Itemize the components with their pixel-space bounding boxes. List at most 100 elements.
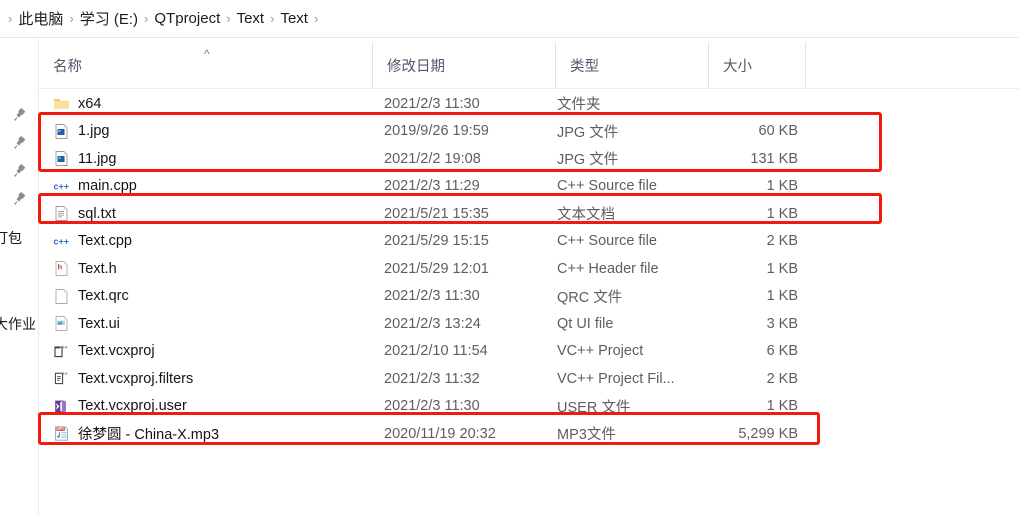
file-size-cell: 1 KB (766, 178, 798, 195)
file-type-cell: JPG 文件 (557, 124, 619, 141)
file-name-cell[interactable]: h Text.h (53, 260, 117, 277)
mp3-file-icon: MP3 (53, 425, 70, 442)
file-name-label: main.cpp (78, 178, 137, 195)
file-name-cell[interactable]: ++ Text.vcxproj.filters (53, 370, 193, 387)
file-date-cell: 2021/5/29 12:01 (384, 260, 489, 277)
column-header-name[interactable]: 名称 ^ (39, 42, 372, 88)
breadcrumb-separator-5: › (313, 11, 319, 26)
file-date-cell: 2021/2/3 13:24 (384, 315, 481, 332)
file-list[interactable]: x64 2021/2/3 11:30 文件夹 1.jpg 2019/9/26 19:5… (39, 90, 1019, 448)
rail-label-1[interactable]: 打包 (0, 228, 38, 248)
svg-text:c++: c++ (54, 181, 70, 191)
breadcrumb-separator-1: › (69, 11, 74, 26)
cpp-source-icon: c++ (53, 233, 70, 250)
vcxproj-user-icon (53, 398, 70, 415)
file-size-cell: 2 KB (766, 370, 798, 387)
file-type-cell: Qt UI file (557, 315, 614, 332)
column-header-date-label: 修改日期 (387, 58, 445, 75)
file-name-cell[interactable]: c++ main.cpp (53, 178, 137, 195)
breadcrumb-separator-3: › (226, 11, 231, 26)
file-name-label: Text.ui (78, 315, 120, 332)
file-type-cell: VC++ Project (557, 343, 644, 360)
file-name-cell[interactable]: 11.jpg (53, 150, 116, 167)
table-row[interactable]: c++ main.cpp 2021/2/3 11:29 C++ Source file… (39, 173, 1019, 201)
file-size-cell: 2 KB (766, 233, 798, 250)
file-date-cell: 2021/2/3 11:30 (384, 288, 480, 305)
file-name-cell[interactable]: MP3 徐梦圆 - China-X.mp3 (53, 423, 219, 444)
file-date-cell: 2021/2/3 11:30 (384, 95, 480, 112)
breadcrumb-item-2[interactable]: 学习 (E:) (80, 8, 138, 29)
file-name-cell[interactable]: ++ Text.vcxproj (53, 343, 155, 360)
table-row[interactable]: 11.jpg 2021/2/2 19:08 JPG 文件 131 KB (39, 145, 1019, 173)
pin-icon[interactable] (10, 134, 28, 152)
file-type-cell: USER 文件 (557, 399, 631, 416)
file-size-cell: 1 KB (766, 205, 798, 222)
breadcrumb-item-label: Text (280, 10, 308, 27)
pin-icon[interactable] (10, 106, 28, 124)
table-row[interactable]: ++ Text.vcxproj.filters 2021/2/3 11:32 VC++… (39, 365, 1019, 393)
pin-icon[interactable] (10, 162, 28, 180)
svg-text:h: h (58, 263, 63, 272)
breadcrumb[interactable]: › 此电脑 › 学习 (E:) › QTproject › Text › Text › (0, 0, 1019, 38)
vcxproj-icon: ++ (53, 343, 70, 360)
breadcrumb-item-3[interactable]: QTproject (154, 10, 220, 27)
file-type-cell: JPG 文件 (557, 152, 619, 169)
file-name-label: x64 (78, 95, 102, 112)
table-row[interactable]: sql.txt 2021/5/21 15:35 文本文档 1 KB (39, 200, 1019, 228)
file-name-cell[interactable]: c++ Text.cpp (53, 233, 133, 250)
column-header-date-modified[interactable]: 修改日期 (372, 42, 555, 88)
file-name-label: Text.h (78, 260, 117, 277)
file-name-cell[interactable]: ui Text.ui (53, 315, 120, 332)
file-size-cell: 6 KB (766, 343, 798, 360)
file-type-cell: QRC 文件 (557, 289, 623, 306)
breadcrumb-item-label: QTproject (154, 10, 221, 27)
column-header-type[interactable]: 类型 (555, 42, 708, 88)
svg-text:MP3: MP3 (57, 427, 64, 431)
column-header-name-label: 名称 (53, 58, 82, 75)
file-name-cell[interactable]: 1.jpg (53, 123, 109, 140)
file-name-label: 11.jpg (78, 150, 117, 167)
table-row[interactable]: ui Text.ui 2021/2/3 13:24 Qt UI file 3 KB (39, 310, 1019, 338)
table-row[interactable]: Text.vcxproj.user 2021/2/3 11:30 USER 文件 1 … (39, 393, 1019, 421)
blank-file-icon (53, 288, 70, 305)
folder-icon (53, 95, 70, 112)
file-size-cell: 3 KB (766, 315, 798, 332)
breadcrumb-item-5[interactable]: Text (280, 10, 308, 27)
file-name-cell[interactable]: Text.vcxproj.user (53, 398, 187, 415)
pin-icon[interactable] (10, 190, 28, 208)
table-row[interactable]: MP3 徐梦圆 - China-X.mp3 2020/11/19 20:32 MP3… (39, 420, 1019, 448)
breadcrumb-item-label: 学习 (E:) (79, 11, 139, 28)
file-name-label: Text.qrc (78, 288, 129, 305)
rail-label-2[interactable]: 大作业 (0, 314, 38, 334)
breadcrumb-item-label: 此电脑 (18, 11, 64, 28)
file-name-label: Text.cpp (78, 233, 132, 250)
table-row[interactable]: x64 2021/2/3 11:30 文件夹 (39, 90, 1019, 118)
file-date-cell: 2020/11/19 20:32 (384, 425, 496, 442)
file-date-cell: 2019/9/26 19:59 (384, 123, 489, 140)
file-date-cell: 2021/5/21 15:35 (384, 205, 489, 222)
file-date-cell: 2021/2/3 11:29 (384, 178, 480, 195)
file-size-cell: 1 KB (766, 288, 798, 305)
cpp-source-icon: c++ (53, 178, 70, 195)
cpp-header-icon: h (53, 260, 70, 277)
file-date-cell: 2021/5/29 15:15 (384, 233, 489, 250)
breadcrumb-separator-4: › (270, 11, 275, 26)
svg-text:ui: ui (58, 321, 62, 326)
file-date-cell: 2021/2/3 11:30 (384, 398, 480, 415)
file-name-label: Text.vcxproj (78, 343, 155, 360)
qt-ui-file-icon: ui (53, 315, 70, 332)
column-header-size[interactable]: 大小 (708, 42, 805, 88)
column-header-type-label: 类型 (570, 58, 599, 75)
file-name-label: 徐梦圆 - China-X.mp3 (78, 427, 220, 444)
breadcrumb-item-1[interactable]: 此电脑 (18, 8, 63, 29)
table-row[interactable]: c++ Text.cpp 2021/5/29 15:15 C++ Source fil… (39, 228, 1019, 256)
file-name-cell[interactable]: Text.qrc (53, 288, 129, 305)
file-name-cell[interactable]: x64 (53, 95, 101, 112)
vcxproj-filters-icon: ++ (53, 370, 70, 387)
table-row[interactable]: h Text.h 2021/5/29 12:01 C++ Header file 1 K… (39, 255, 1019, 283)
table-row[interactable]: Text.qrc 2021/2/3 11:30 QRC 文件 1 KB (39, 283, 1019, 311)
breadcrumb-item-4[interactable]: Text (237, 10, 265, 27)
file-name-cell[interactable]: sql.txt (53, 205, 116, 222)
table-row[interactable]: ++ Text.vcxproj 2021/2/10 11:54 VC++ Projec… (39, 338, 1019, 366)
table-row[interactable]: 1.jpg 2019/9/26 19:59 JPG 文件 60 KB (39, 118, 1019, 146)
